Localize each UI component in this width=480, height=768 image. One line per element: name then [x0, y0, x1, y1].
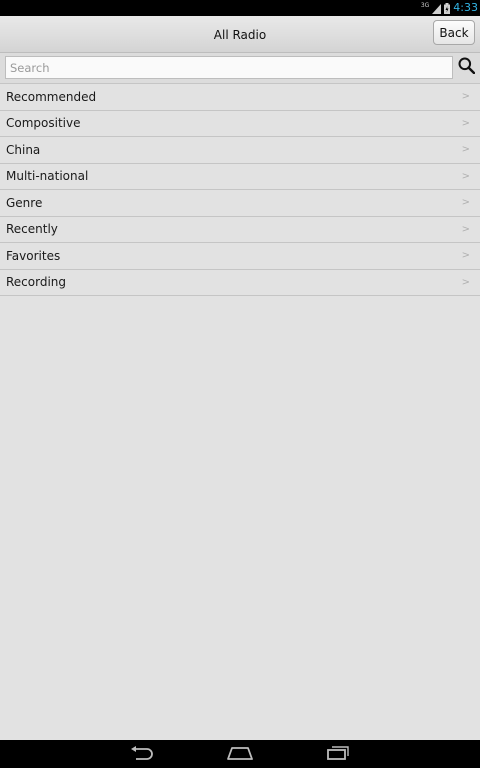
signal-icon: [432, 0, 442, 18]
title-bar: All Radio Back: [0, 16, 480, 53]
nav-home-button[interactable]: [220, 740, 260, 768]
list-item-label: Multi-national: [6, 169, 89, 184]
list-item-label: Compositive: [6, 116, 81, 131]
chevron-right-icon: >: [461, 276, 470, 288]
navigation-bar: [0, 740, 480, 768]
list-item-recently[interactable]: Recently >: [0, 216, 480, 243]
list-item-label: Genre: [6, 195, 43, 210]
chevron-right-icon: >: [461, 197, 470, 209]
search-icon: [458, 57, 475, 78]
back-button[interactable]: Back: [433, 20, 475, 45]
chevron-right-icon: >: [461, 223, 470, 235]
back-icon: [130, 745, 154, 764]
network-type-label: 3G: [420, 2, 430, 9]
list-item-label: Recording: [6, 275, 67, 290]
status-time: 4:33: [453, 1, 478, 14]
list-item-china[interactable]: China >: [0, 137, 480, 164]
list-item-label: Recommended: [6, 89, 97, 104]
status-bar: 3G 4:33: [0, 0, 480, 16]
battery-icon: [444, 0, 451, 18]
menu-list: Recommended > Compositive > China > Mult…: [0, 83, 480, 296]
list-item-label: China: [6, 142, 41, 157]
search-input[interactable]: [5, 56, 453, 79]
search-button[interactable]: [455, 56, 477, 79]
chevron-right-icon: >: [461, 144, 470, 156]
chevron-right-icon: >: [461, 170, 470, 182]
nav-recent-apps-button[interactable]: [318, 740, 358, 768]
chevron-right-icon: >: [461, 250, 470, 262]
chevron-right-icon: >: [461, 117, 470, 129]
screen: 3G 4:33 All Radio Back Search Recommende…: [0, 0, 480, 768]
page-title: All Radio: [213, 28, 267, 42]
search-bar: [0, 53, 480, 83]
list-item-recording[interactable]: Recording >: [0, 269, 480, 296]
list-item-favorites[interactable]: Favorites >: [0, 243, 480, 270]
recent-apps-icon: [327, 745, 349, 764]
list-item-genre[interactable]: Genre >: [0, 190, 480, 217]
list-item-recommended[interactable]: Recommended >: [0, 84, 480, 111]
list-item-compositive[interactable]: Compositive >: [0, 110, 480, 137]
list-item-label: Recently: [6, 222, 58, 237]
list-item-multi-national[interactable]: Multi-national >: [0, 163, 480, 190]
nav-back-button[interactable]: [122, 740, 162, 768]
chevron-right-icon: >: [461, 91, 470, 103]
list-item-label: Favorites: [6, 248, 61, 263]
home-icon: [227, 745, 253, 764]
status-icons: 3G 4:33: [421, 0, 478, 16]
